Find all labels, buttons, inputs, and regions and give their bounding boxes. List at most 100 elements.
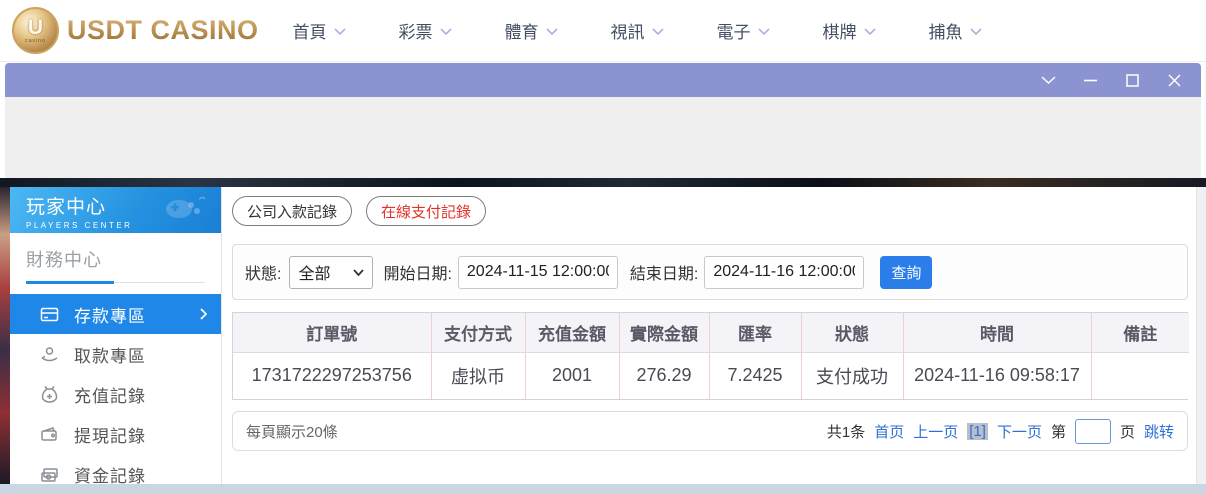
cell-order-number: 1731722297253756: [233, 352, 431, 399]
hand-coin-icon: [41, 346, 58, 361]
window-titlebar: [5, 63, 1201, 97]
nav-item-fishing[interactable]: 捕魚: [929, 18, 982, 43]
nav-item-home[interactable]: 首頁: [293, 18, 346, 43]
sidebar-section-underline: [26, 281, 205, 284]
brand-logo-icon: U casino: [12, 7, 59, 54]
pagination-bar: 每頁顯示20條 共1条 首页 上一页 [1] 下一页 第 页 跳转: [232, 411, 1188, 451]
sidebar-section-label: 財務中心: [26, 250, 102, 270]
prev-page-link[interactable]: 上一页: [913, 421, 958, 442]
status-select-value: 全部: [298, 266, 331, 283]
col-exchange-rate: 匯率: [708, 313, 801, 353]
status-label: 狀態:: [245, 266, 282, 283]
sidebar-section: 財務中心: [10, 233, 221, 272]
money-bag-icon: [41, 385, 58, 403]
jump-action-link[interactable]: 跳转: [1144, 421, 1174, 442]
nav-item-video[interactable]: 視訊: [611, 18, 664, 43]
col-time: 時間: [902, 313, 1091, 353]
nav-item-sports[interactable]: 體育: [505, 18, 558, 43]
cell-payment-method: 虚拟币: [430, 352, 525, 399]
logo-letter: U: [27, 15, 44, 39]
sidebar-item-deposit-zone[interactable]: 存款專區: [10, 294, 221, 334]
nav-label: 體育: [504, 23, 539, 42]
records-table: 訂單號 支付方式 充值金額 實際金額 匯率 狀態 時間 備註 173172229: [233, 313, 1189, 399]
chevron-down-icon: [545, 28, 558, 35]
total-count-text: 共1条: [826, 423, 866, 441]
table-row: 1731722297253756 虚拟币 2001 276.29 7.2425 …: [233, 352, 1189, 399]
start-date-input[interactable]: [457, 255, 618, 289]
col-remark: 備註: [1090, 313, 1189, 353]
sidebar-menu: 存款專區 取款專區 充值記錄 提現記錄 資金記錄: [10, 294, 221, 494]
main-region: 玩家中心 PLAYERS CENTER 財務中心 存款專區 取款專區 充值記錄 …: [0, 187, 1206, 486]
sidebar-item-label: 提現記錄: [74, 426, 146, 446]
right-margin: [1196, 187, 1206, 484]
tab-company-deposit-record[interactable]: 公司入款記錄: [232, 196, 353, 226]
end-date-input[interactable]: [704, 255, 865, 289]
cell-remark: [1090, 352, 1189, 399]
tab-online-payment-record[interactable]: 在線支付記錄: [366, 196, 487, 226]
col-recharge-amount: 充值金額: [524, 313, 619, 353]
window-close-icon[interactable]: [1163, 69, 1185, 91]
table-header-row: 訂單號 支付方式 充值金額 實際金額 匯率 狀態 時間 備註: [233, 313, 1189, 353]
logo-subtext: casino: [25, 37, 46, 44]
sidebar-header: 玩家中心 PLAYERS CENTER: [10, 187, 221, 233]
sidebar-item-label: 取款專區: [74, 346, 146, 366]
col-payment-method: 支付方式: [430, 313, 525, 353]
bottom-strip: [0, 484, 1206, 494]
sidebar-item-label: 資金記錄: [74, 466, 146, 486]
status-select[interactable]: 全部: [289, 255, 374, 289]
current-page-indicator: [1]: [967, 422, 988, 440]
col-order-number: 訂單號: [233, 313, 431, 353]
window-minimize-icon[interactable]: [1079, 69, 1101, 91]
banner-strip: [0, 178, 1206, 187]
record-tabs: 公司入款記錄 在線支付記錄: [232, 196, 1188, 226]
banknotes-icon: [41, 467, 58, 482]
sidebar-item-withdrawal-record[interactable]: 提現記錄: [10, 414, 221, 454]
sidebar-item-withdraw-zone[interactable]: 取款專區: [10, 334, 221, 374]
filter-bar: 狀態: 全部 開始日期: 結束日期: 查詢: [232, 244, 1188, 300]
window-collapse-icon[interactable]: [1037, 69, 1059, 91]
chevron-down-icon: [757, 28, 770, 35]
cell-recharge-amount: 2001: [524, 352, 619, 399]
nav-label: 首頁: [292, 23, 327, 42]
jump-suffix-label: 页: [1119, 423, 1135, 441]
start-date-label: 開始日期:: [383, 266, 452, 283]
window-controls: [1037, 69, 1185, 91]
chevron-right-icon: [200, 308, 207, 320]
brand-name: USDT CASINO: [67, 15, 259, 45]
window-maximize-icon[interactable]: [1121, 69, 1143, 91]
chevron-down-icon: [353, 268, 365, 276]
col-status: 狀態: [800, 313, 903, 353]
records-table-wrapper: 訂單號 支付方式 充值金額 實際金額 匯率 狀態 時間 備註 173172229: [232, 312, 1189, 400]
nav-label: 彩票: [398, 23, 433, 42]
nav-label: 捕魚: [928, 23, 963, 42]
sidebar: 玩家中心 PLAYERS CENTER 財務中心 存款專區 取款專區 充值記錄 …: [10, 187, 222, 486]
sidebar-item-recharge-record[interactable]: 充值記錄: [10, 374, 221, 414]
sidebar-item-label: 存款專區: [74, 306, 146, 326]
col-actual-amount: 實際金額: [618, 313, 709, 353]
nav-item-cards[interactable]: 棋牌: [823, 18, 876, 43]
page-size-text: 每頁顯示20條: [246, 423, 338, 441]
main-nav: 首頁 彩票 體育 視訊 電子 棋牌 捕魚: [293, 18, 982, 43]
gamepad-icon: [166, 196, 206, 218]
chevron-down-icon: [333, 28, 346, 35]
cell-actual-amount: 276.29: [618, 352, 709, 399]
chevron-down-icon: [651, 28, 664, 35]
page: U casino USDT CASINO 首頁 彩票 體育 視訊 電子 棋牌 捕…: [0, 0, 1206, 494]
top-header: U casino USDT CASINO 首頁 彩票 體育 視訊 電子 棋牌 捕…: [0, 0, 1206, 62]
sidebar-item-label: 充值記錄: [74, 386, 146, 406]
jump-page-input[interactable]: [1074, 418, 1111, 444]
first-page-link[interactable]: 首页: [874, 421, 904, 442]
brand[interactable]: U casino USDT CASINO: [12, 7, 259, 54]
nav-item-slots[interactable]: 電子: [717, 18, 770, 43]
chevron-down-icon: [439, 28, 452, 35]
cell-exchange-rate: 7.2425: [708, 352, 801, 399]
chevron-down-icon: [969, 28, 982, 35]
nav-label: 棋牌: [822, 23, 857, 42]
next-page-link[interactable]: 下一页: [997, 421, 1042, 442]
nav-label: 視訊: [610, 23, 645, 42]
nav-item-lottery[interactable]: 彩票: [399, 18, 452, 43]
wallet-icon: [41, 426, 57, 441]
background-image-sliver: [0, 187, 10, 484]
cell-status: 支付成功: [800, 352, 903, 399]
search-button[interactable]: 查詢: [880, 255, 933, 289]
